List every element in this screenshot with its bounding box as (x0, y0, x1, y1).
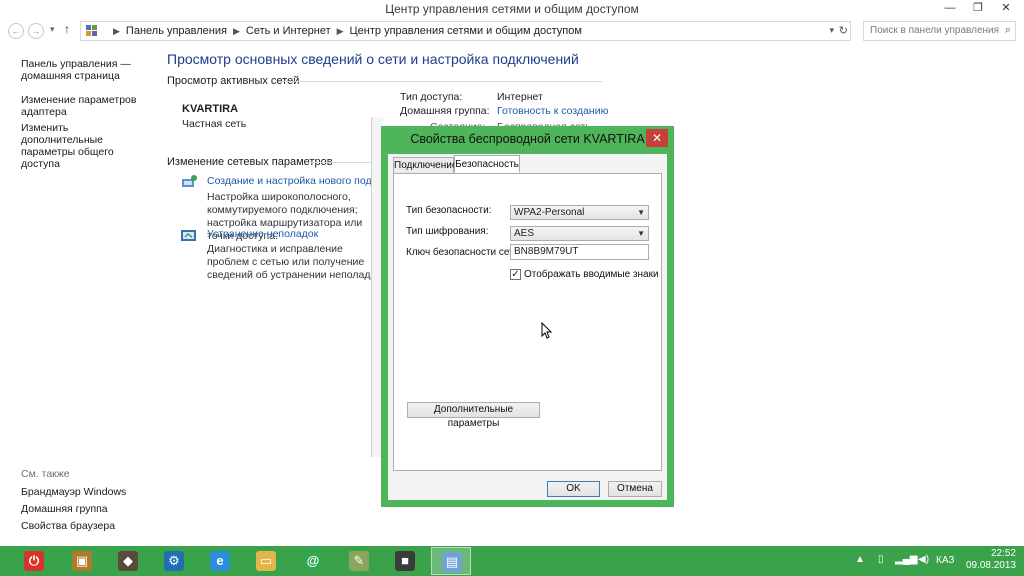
tray-chevron-icon[interactable]: ▲ (855, 554, 865, 565)
wireless-properties-dialog: Свойства беспроводной сети KVARTIRA ✕ По… (381, 126, 674, 507)
restore-button[interactable]: ❐ (963, 0, 993, 18)
network-type[interactable]: Частная сеть (182, 118, 246, 130)
tab-security[interactable]: Безопасность (454, 155, 520, 173)
link-homegroup[interactable]: Домашняя группа (21, 503, 151, 515)
address-dropdown-icon[interactable]: ▾ (829, 25, 834, 36)
game-icon: ◆ (118, 551, 138, 571)
mouse-cursor-icon (541, 322, 553, 339)
encryption-type-label: Тип шифрования: (406, 226, 489, 237)
cancel-button[interactable]: Отмена (608, 481, 662, 497)
taskbar-app-game[interactable]: ◆ (108, 547, 148, 575)
show-characters-label[interactable]: Отображать вводимые знаки (524, 269, 659, 280)
homegroup-label: Домашняя группа: (400, 105, 490, 117)
taskbar-app-media[interactable]: ▣ (62, 547, 102, 575)
taskbar-app-camera[interactable]: ■ (385, 547, 425, 575)
chevron-down-icon: ▼ (637, 229, 645, 238)
settings-icon: ⚙ (164, 551, 184, 571)
link-advanced-sharing[interactable]: Изменить дополнительные параметры общего… (21, 122, 151, 170)
network-icon: ▤ (442, 552, 462, 572)
taskbar-app-explorer[interactable]: ▭ (246, 547, 286, 575)
breadcrumb-item[interactable]: Центр управления сетями и общим доступом (350, 25, 582, 37)
folder-icon: ▭ (256, 551, 276, 571)
clock[interactable]: 22:52 09.08.2013 (966, 548, 1016, 572)
dialog-body: Подключение Безопасность Тип безопасност… (388, 154, 667, 500)
ok-button[interactable]: OK (547, 481, 600, 497)
taskbar: ⏻ ▣ ◆ ⚙ e ▭ @ ✎ ■ ▤ ▲ ▯ ▂▄▆ ◀) КАЗ 22:52… (0, 546, 1024, 576)
ie-icon: e (210, 551, 230, 571)
camera-icon: ■ (395, 551, 415, 571)
page-title: Просмотр основных сведений о сети и наст… (167, 51, 579, 67)
network-name: KVARTIRA (182, 103, 239, 115)
mail-icon: @ (303, 551, 323, 571)
encryption-type-select[interactable]: AES ▼ (510, 226, 649, 241)
search-icon[interactable]: ⌕ (1005, 24, 1011, 37)
breadcrumb-separator-icon: ▶ (232, 26, 240, 36)
security-type-select[interactable]: WPA2-Personal ▼ (510, 205, 649, 220)
power-icon: ⏻ (24, 551, 44, 571)
show-characters-checkbox[interactable]: ✓ (510, 269, 521, 280)
minimize-button[interactable]: — (935, 0, 965, 18)
security-key-label: Ключ безопасности сети (406, 247, 520, 258)
link-browser-properties[interactable]: Свойства браузера (21, 520, 151, 532)
window-titlebar: Центр управления сетями и общим доступом… (0, 0, 1024, 18)
breadcrumb-item[interactable]: Панель управления (126, 25, 227, 37)
access-type-value: Интернет (497, 91, 543, 103)
encryption-type-value: AES (514, 228, 535, 239)
tray-device-icon[interactable]: ▯ (878, 554, 884, 565)
taskbar-app-power[interactable]: ⏻ (14, 547, 54, 575)
notes-icon: ✎ (349, 551, 369, 571)
volume-icon[interactable]: ◀) (918, 554, 929, 565)
refresh-icon[interactable]: ↻ (839, 24, 848, 37)
address-box[interactable]: ▶ Панель управления ▶ Сеть и Интернет ▶ Центр… (80, 21, 851, 41)
dialog-title: Свойства беспроводной сети KVARTIRA (410, 132, 645, 146)
security-type-value: WPA2-Personal (514, 207, 585, 218)
wifi-signal-icon[interactable]: ▂▄▆ (895, 554, 917, 565)
back-button[interactable]: ← (8, 23, 24, 39)
dialog-close-button[interactable]: ✕ (646, 129, 668, 147)
search-placeholder: Поиск в панели управления (870, 25, 1000, 36)
taskbar-app-notes[interactable]: ✎ (339, 547, 379, 575)
link-windows-firewall[interactable]: Брандмауэр Windows (21, 486, 151, 498)
up-button[interactable]: ↑ (64, 22, 70, 36)
troubleshoot-link[interactable]: Устранение неполадок (207, 228, 318, 240)
taskbar-app-network-center[interactable]: ▤ (431, 547, 471, 575)
troubleshoot-desc: Диагностика и исправление проблем с сеть… (207, 243, 384, 281)
taskbar-app-settings[interactable]: ⚙ (154, 547, 194, 575)
language-indicator[interactable]: КАЗ (936, 555, 954, 566)
close-window-button[interactable]: ✕ (991, 0, 1021, 18)
section-divider (306, 162, 376, 163)
media-icon: ▣ (72, 551, 92, 571)
breadcrumb-separator-icon: ▶ (336, 26, 344, 36)
section-divider (280, 81, 602, 82)
link-change-adapter-settings[interactable]: Изменение параметров адаптера (21, 94, 151, 118)
advanced-settings-button[interactable]: Дополнительные параметры (407, 402, 540, 429)
address-row: ← → ▾ ↑ ▶ Панель управления ▶ Сеть и Интерн… (0, 20, 1024, 44)
link-control-panel-home[interactable]: Панель управления — домашняя страница (21, 58, 151, 82)
security-key-input[interactable]: BN8B9M79UT (510, 244, 649, 260)
taskbar-app-mail[interactable]: @ (293, 547, 333, 575)
recent-pages-icon[interactable]: ▾ (50, 24, 55, 35)
taskbar-app-ie[interactable]: e (200, 547, 240, 575)
security-tab-panel: Тип безопасности: WPA2-Personal ▼ Тип ши… (393, 173, 662, 471)
tab-connection[interactable]: Подключение (393, 157, 457, 174)
breadcrumb-separator-icon: ▶ (113, 26, 120, 36)
window-title: Центр управления сетями и общим доступом (385, 2, 639, 16)
clock-date: 09.08.2013 (965, 560, 1016, 571)
breadcrumb: ▶ Панель управления ▶ Сеть и Интернет ▶ Центр… (107, 25, 582, 37)
left-pane: Панель управления — домашняя страница Из… (0, 46, 158, 546)
new-connection-icon (182, 175, 197, 187)
access-type-label: Тип доступа: (400, 91, 463, 103)
see-also-label: См. также (21, 468, 70, 480)
search-input[interactable]: Поиск в панели управления ⌕ (863, 21, 1016, 41)
control-panel-icon (86, 25, 98, 37)
clock-time: 22:52 (990, 548, 1016, 559)
forward-button[interactable]: → (28, 23, 44, 39)
chevron-down-icon: ▼ (637, 208, 645, 217)
security-type-label: Тип безопасности: (406, 205, 492, 216)
breadcrumb-item[interactable]: Сеть и Интернет (246, 25, 331, 37)
homegroup-link[interactable]: Готовность к созданию (497, 105, 608, 117)
troubleshoot-icon (181, 230, 196, 241)
